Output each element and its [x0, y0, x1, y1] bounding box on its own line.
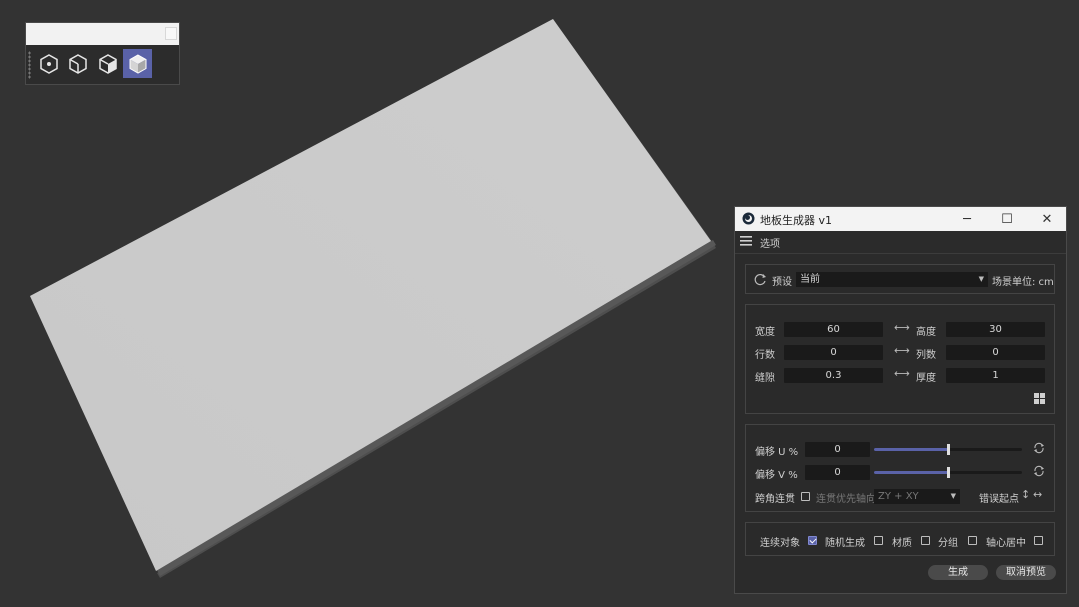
offset-u-slider-thumb[interactable] [946, 444, 950, 455]
corner-continuity-checkbox[interactable] [801, 492, 810, 501]
cube-half-shaded-icon [98, 53, 117, 74]
grid-icon[interactable] [1034, 393, 1045, 404]
thickness-label: 厚度 [916, 373, 936, 384]
cube-wire-icon [68, 53, 87, 74]
material-checkbox[interactable] [874, 536, 883, 545]
gap-input[interactable]: 0.3 [784, 368, 883, 383]
random-generate-checkbox[interactable] [808, 536, 817, 545]
horizontal-arrows-icon[interactable]: ↔ [1033, 488, 1042, 501]
axis-priority-dropdown[interactable]: ZY + XY ▼ [874, 489, 960, 504]
maximize-button[interactable]: ☐ [990, 207, 1024, 231]
vertical-arrows-icon[interactable]: ↕ [1021, 488, 1030, 501]
offset-u-slider[interactable] [874, 444, 1022, 455]
group-checkbox[interactable] [921, 536, 930, 545]
offset-v-input[interactable]: 0 [805, 465, 870, 480]
toolbar-close-button[interactable] [165, 27, 177, 40]
chevron-down-icon: ▼ [978, 275, 984, 283]
preset-label: 预设 [772, 277, 792, 288]
dimensions-panel: 宽度 60 ⟷ 高度 30 行数 0 ⟷ 列数 0 缝隙 0.3 ⟷ 厚度 1 [745, 304, 1055, 414]
pivot-center-label: 轴心居中 [986, 538, 1026, 549]
preset-value: 当前 [800, 274, 820, 285]
width-input[interactable]: 60 [784, 322, 883, 337]
cols-label: 列数 [916, 350, 936, 361]
options-panel: 连续对象 随机生成 材质 分组 轴心居中 [745, 522, 1055, 556]
view-half-shaded-button[interactable] [93, 49, 122, 78]
thickness-input[interactable]: 1 [946, 368, 1045, 383]
reset-u-icon[interactable] [1033, 442, 1045, 454]
preset-panel: 预设 当前 ▼ 场景单位: cm [745, 264, 1055, 294]
axis-priority-value: ZY + XY [878, 491, 919, 502]
continuous-object-label: 连续对象 [760, 538, 800, 549]
offset-u-label: 偏移 U % [755, 447, 799, 458]
offset-v-slider-fill [874, 471, 948, 474]
scene-unit-label: 场景单位: cm [992, 277, 1054, 288]
pivot-center-checkbox[interactable] [968, 536, 977, 545]
offset-v-slider-thumb[interactable] [946, 467, 950, 478]
group-label: 分组 [938, 538, 958, 549]
generate-button[interactable]: 生成 [928, 565, 988, 580]
extra-checkbox[interactable] [1034, 536, 1043, 545]
view-shaded-button[interactable] [123, 49, 152, 78]
hamburger-menu-icon[interactable] [740, 236, 752, 246]
toolbar-titlebar[interactable] [26, 23, 179, 45]
cols-input[interactable]: 0 [946, 345, 1045, 360]
view-wireframe-button[interactable] [63, 49, 92, 78]
offset-panel: 偏移 U % 0 偏移 V % 0 跨角连贯 连贯优先轴向 ZY + XY ▼ … [745, 424, 1055, 512]
offset-u-slider-fill [874, 448, 948, 451]
axis-priority-label: 连贯优先轴向 [816, 494, 876, 505]
view-mode-toolbar [25, 22, 180, 85]
preset-dropdown[interactable]: 当前 ▼ [796, 272, 988, 287]
toolbar-drag-handle[interactable] [28, 51, 31, 79]
link-gap-thickness-icon[interactable]: ⟷ [894, 367, 910, 380]
cancel-preview-button[interactable]: 取消预览 [996, 565, 1056, 580]
random-generate-label: 随机生成 [825, 538, 865, 549]
reset-v-icon[interactable] [1033, 465, 1045, 477]
window-title: 地板生成器 v1 [760, 214, 833, 227]
close-button[interactable]: ✕ [1030, 207, 1064, 231]
menu-bar: 选项 [735, 231, 1066, 254]
cube-shaded-icon [129, 53, 146, 74]
floor-generator-window: 地板生成器 v1 ─ ☐ ✕ 选项 预设 当前 ▼ 场景单位: cm 宽度 60… [734, 206, 1067, 594]
window-titlebar[interactable]: 地板生成器 v1 ─ ☐ ✕ [735, 207, 1066, 231]
width-label: 宽度 [755, 327, 775, 338]
menu-options[interactable]: 选项 [760, 235, 780, 250]
cinema4d-logo-icon [742, 212, 755, 225]
hexagon-dot-icon [39, 53, 58, 74]
minimize-button[interactable]: ─ [950, 207, 984, 231]
refresh-icon[interactable] [754, 273, 767, 286]
material-label: 材质 [892, 538, 912, 549]
floor-slab[interactable] [30, 19, 711, 571]
rows-label: 行数 [755, 350, 775, 361]
height-input[interactable]: 30 [946, 322, 1045, 337]
link-width-height-icon[interactable]: ⟷ [894, 321, 910, 334]
height-label: 高度 [916, 327, 936, 338]
gap-label: 缝隙 [755, 373, 775, 384]
corner-continuity-label: 跨角连贯 [755, 494, 795, 505]
offset-u-input[interactable]: 0 [805, 442, 870, 457]
chevron-down-icon: ▼ [950, 492, 956, 500]
offset-v-slider[interactable] [874, 467, 1022, 478]
view-vertex-button[interactable] [34, 49, 63, 78]
rows-input[interactable]: 0 [784, 345, 883, 360]
offset-v-label: 偏移 V % [755, 470, 798, 481]
link-rows-cols-icon[interactable]: ⟷ [894, 344, 910, 357]
stagger-start-label: 错误起点 [979, 494, 1019, 505]
